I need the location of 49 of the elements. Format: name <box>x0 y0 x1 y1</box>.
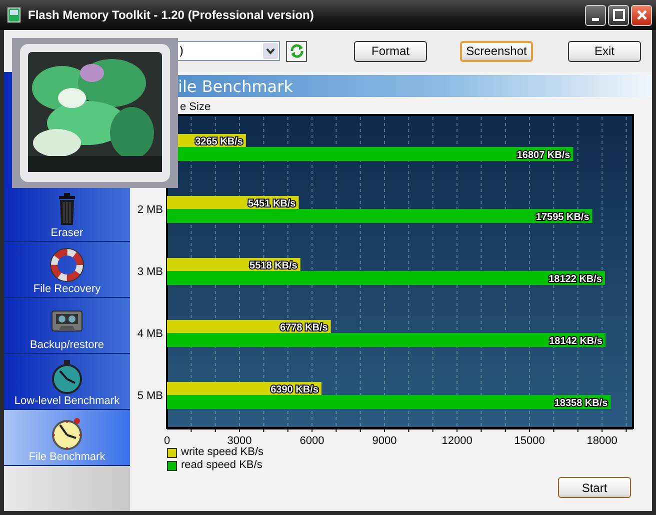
drive-dropdown[interactable]: ) <box>176 41 280 61</box>
value-label: 6778 KB/s <box>280 322 328 334</box>
value-label: 6390 KB/s <box>270 384 318 396</box>
legend-label: read speed KB/s <box>181 459 262 472</box>
value-label: 17595 KB/s <box>536 212 590 223</box>
sidebar-item[interactable]: Backup/restore <box>4 298 130 354</box>
lifebuoy-icon <box>50 248 84 282</box>
value-label: 5451 KB/s <box>248 198 296 210</box>
chevron-down-icon[interactable] <box>263 43 278 59</box>
close-icon <box>636 9 648 21</box>
window-title: Flash Memory Toolkit - 1.20 (Professional version) <box>28 8 315 22</box>
refresh-button[interactable] <box>286 40 307 62</box>
sidebar-item[interactable]: Eraser <box>4 186 130 242</box>
panel-title: ile Benchmark <box>178 76 293 96</box>
sidebar-item[interactable]: File Recovery <box>4 242 130 298</box>
axis-label: 12000 <box>442 435 472 446</box>
axis-label: 18000 <box>586 435 618 446</box>
axis-label: 4 MB <box>137 328 163 340</box>
value-label: 3265 KB/s <box>195 136 243 148</box>
axis-label: 2 MB <box>137 204 163 216</box>
dropdown-value: ) <box>179 44 184 58</box>
stopwatch-icon <box>50 416 84 450</box>
axis-label: 6000 <box>300 435 324 446</box>
maximize-button[interactable] <box>608 4 629 26</box>
sidebar-item[interactable]: Low-level Benchmark <box>4 354 130 410</box>
minimize-button[interactable] <box>585 4 606 26</box>
refresh-icon <box>288 43 304 59</box>
minimize-icon <box>592 18 599 20</box>
toolbar-button[interactable]: Format <box>354 40 427 62</box>
value-label: 16807 KB/s <box>516 150 570 161</box>
toolbar-button[interactable]: Screenshot <box>460 40 533 62</box>
value-label: 5518 KB/s <box>250 260 298 272</box>
axis-label: 0 <box>164 435 170 446</box>
close-button[interactable] <box>631 4 652 26</box>
start-button[interactable]: Start <box>558 477 631 498</box>
toolbar-button[interactable]: Exit <box>568 40 641 62</box>
axis-label: 15000 <box>514 435 545 446</box>
value-label: 18142 KB/s <box>549 336 602 347</box>
maximize-icon <box>612 9 624 21</box>
axis-label: 5 MB <box>137 390 163 402</box>
value-label: 18358 KB/s <box>554 398 608 409</box>
axis-label: 3 MB <box>137 266 163 278</box>
app-icon <box>6 7 22 23</box>
axis-label: 9000 <box>372 435 397 446</box>
legend-label: write speed KB/s <box>181 446 264 459</box>
stopwatch-icon <box>50 360 84 394</box>
value-label: 18122 KB/s <box>548 274 602 285</box>
axis-caption: e Size <box>180 100 212 114</box>
axis-label: 3000 <box>227 435 252 446</box>
